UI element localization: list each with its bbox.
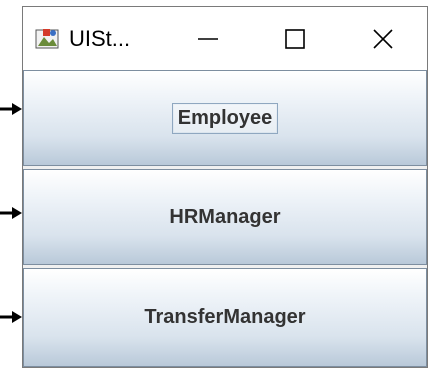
minimize-button[interactable] [168, 7, 248, 70]
close-icon [373, 28, 393, 49]
hrmanager-button[interactable]: HRManager [23, 169, 427, 265]
arrow-hrmanager-icon [0, 206, 22, 220]
arrow-employee-icon [0, 102, 22, 116]
maximize-icon [285, 28, 305, 49]
title-bar[interactable]: UISt... [23, 7, 427, 70]
java-app-icon [35, 27, 61, 51]
app-window: UISt... Employee HRManager TransferManag… [22, 6, 428, 368]
employee-button-label: Employee [171, 102, 279, 134]
page: UISt... Employee HRManager TransferManag… [0, 0, 431, 370]
button-panel: Employee HRManager TransferManager [23, 70, 427, 367]
hrmanager-button-label: HRManager [169, 205, 281, 228]
transfermanager-button-label: TransferManager [144, 306, 306, 328]
close-button[interactable] [343, 7, 423, 70]
transfermanager-button[interactable]: TransferManager [23, 268, 427, 367]
window-title: UISt... [69, 26, 131, 51]
minimize-icon [198, 37, 218, 40]
arrow-transfermanager-icon [0, 310, 22, 324]
maximize-button[interactable] [255, 7, 335, 70]
employee-button[interactable]: Employee [23, 70, 427, 166]
